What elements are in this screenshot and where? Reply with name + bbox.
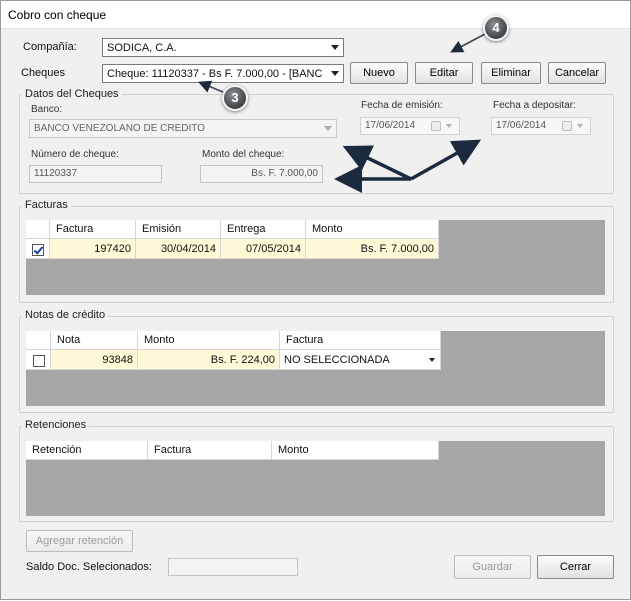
step-badge-3: 3 — [222, 85, 248, 111]
dialog-window: Cobro con cheque Compañía: SODICA, C.A. … — [0, 0, 631, 600]
step-badge-4: 4 — [483, 15, 509, 41]
arrow-to-issue-date — [342, 145, 412, 181]
arrow-to-editar — [450, 33, 486, 53]
arrow-to-cheques — [198, 80, 224, 93]
arrow-to-deposit-date — [410, 139, 482, 181]
annotation-arrows — [198, 33, 486, 193]
